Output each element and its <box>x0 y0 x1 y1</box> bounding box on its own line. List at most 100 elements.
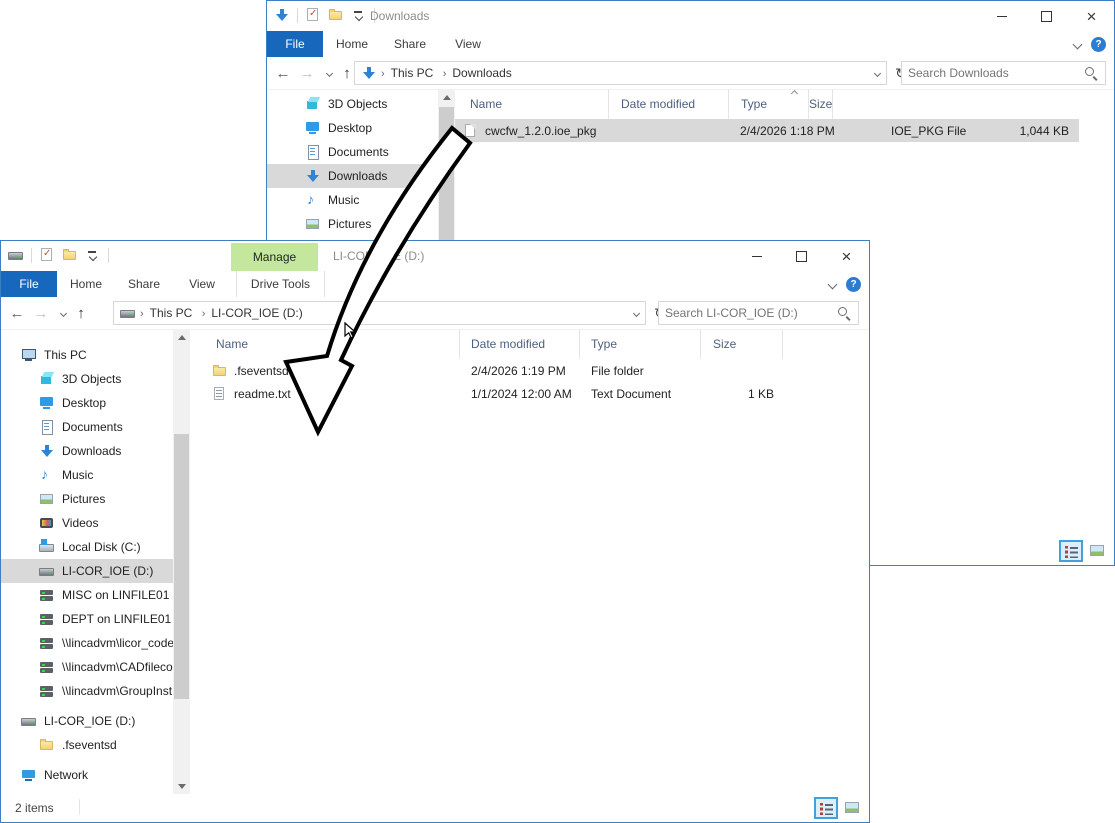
quick-access-toolbar <box>274 7 375 23</box>
sidebar-item-music[interactable]: Music <box>267 188 438 212</box>
sidebar-item-li-cor-ioe-d[interactable]: LI-COR_IOE (D:) <box>1 709 173 733</box>
sidebar-item-downloads[interactable]: Downloads <box>267 164 438 188</box>
minimize-button[interactable] <box>734 241 779 271</box>
file-row-readme-txt[interactable]: readme.txt 1/1/2024 12:00 AM Text Docume… <box>190 382 869 405</box>
sidebar-item-pictures[interactable]: Pictures <box>1 487 173 511</box>
sidebar-scrollbar[interactable] <box>173 329 190 794</box>
forward-icon[interactable] <box>297 57 317 89</box>
titlebar[interactable]: Downloads <box>267 1 1114 31</box>
properties-check-icon[interactable] <box>305 7 321 23</box>
breadcrumb-item-this-pc[interactable]: This PC <box>136 306 194 320</box>
quick-access-toolbar <box>8 247 109 263</box>
column-header-date-modified[interactable]: Date modified <box>460 329 580 359</box>
scroll-down-icon[interactable] <box>173 778 190 794</box>
search-icon[interactable] <box>1083 65 1099 81</box>
folder-icon <box>212 363 228 379</box>
thumbnail-view-button[interactable] <box>1086 540 1110 562</box>
sidebar-item-lincadvm-licor-code[interactable]: \\lincadvm\licor_code <box>1 631 173 655</box>
tab-file[interactable]: File <box>1 271 57 297</box>
manage-contextual-tab[interactable]: Manage <box>231 243 318 271</box>
address-dropdown-icon[interactable] <box>633 309 640 316</box>
file-row-cwcfw-1-2-0-ioe-pkg[interactable]: cwcfw_1.2.0.ioe_pkg 2/4/2026 1:18 PM IOE… <box>455 119 1079 142</box>
tab-view[interactable]: View <box>439 31 497 57</box>
minimize-button[interactable] <box>979 1 1024 31</box>
textdoc-icon <box>212 386 228 402</box>
sidebar-item-videos[interactable]: Videos <box>1 511 173 535</box>
address-dropdown-icon[interactable] <box>874 69 881 76</box>
column-header-type[interactable]: Type <box>580 329 701 359</box>
tab-share[interactable]: Share <box>115 271 173 297</box>
forward-icon[interactable] <box>31 297 51 329</box>
sidebar-item-lincadvm-cadfileco[interactable]: \\lincadvm\CADfileco <box>1 655 173 679</box>
sidebar-item-misc-on-linfile01-g[interactable]: MISC on LINFILE01 (G: <box>1 583 173 607</box>
scroll-up-icon[interactable] <box>173 329 190 345</box>
sidebar-item-desktop[interactable]: Desktop <box>267 116 438 140</box>
column-headers: Name Date modified Type Size <box>190 329 869 359</box>
expand-ribbon-icon[interactable] <box>828 279 838 289</box>
qat-dropdown-icon[interactable] <box>351 7 367 23</box>
sidebar-item-3d-objects[interactable]: 3D Objects <box>1 367 173 391</box>
column-header-name[interactable]: Name <box>455 89 609 119</box>
sidebar-item-local-disk-c[interactable]: Local Disk (C:) <box>1 535 173 559</box>
tab-view[interactable]: View <box>173 271 231 297</box>
breadcrumb-item-li-cor-ioe-d[interactable]: LI-COR_IOE (D:) <box>198 306 305 320</box>
up-icon[interactable] <box>71 297 91 329</box>
back-icon[interactable] <box>273 57 293 89</box>
maximize-button[interactable] <box>779 241 824 271</box>
tab-home[interactable]: Home <box>57 271 115 297</box>
expand-ribbon-icon[interactable] <box>1073 39 1083 49</box>
sidebar-item-dept-on-linfile01-h[interactable]: DEPT on LINFILE01 (H: <box>1 607 173 631</box>
search-icon[interactable] <box>836 305 852 321</box>
sidebar-item-this-pc[interactable]: This PC <box>1 343 173 367</box>
thumbnail-view-button[interactable] <box>841 797 865 819</box>
sidebar-item-lincadvm-groupinst[interactable]: \\lincadvm\GroupInst <box>1 679 173 703</box>
sidebar-item-desktop[interactable]: Desktop <box>1 391 173 415</box>
tab-drive-tools[interactable]: Drive Tools <box>236 271 325 297</box>
help-icon[interactable] <box>1091 37 1106 52</box>
close-button[interactable] <box>1069 1 1114 31</box>
sidebar-item-music[interactable]: Music <box>1 463 173 487</box>
column-header-date-modified[interactable]: Date modified <box>609 89 729 119</box>
breadcrumb: This PC Downloads <box>377 66 514 80</box>
sidebar-item-pictures[interactable]: Pictures <box>267 212 438 236</box>
column-header-size[interactable]: Size <box>701 329 783 359</box>
scrollbar-thumb[interactable] <box>439 107 454 257</box>
desktop-icon <box>305 120 321 136</box>
properties-check-icon[interactable] <box>39 247 55 263</box>
navigation-pane: This PC 3D Objects Desktop Docum <box>1 329 173 794</box>
sidebar-item-documents[interactable]: Documents <box>1 415 173 439</box>
new-folder-icon[interactable] <box>328 7 344 23</box>
tab-file[interactable]: File <box>267 31 323 57</box>
file-row-fseventsd[interactable]: .fseventsd 2/4/2026 1:19 PM File folder <box>190 359 869 382</box>
address-field[interactable]: This PC Downloads <box>354 61 887 85</box>
close-button[interactable] <box>824 241 869 271</box>
tab-share[interactable]: Share <box>381 31 439 57</box>
maximize-button[interactable] <box>1024 1 1069 31</box>
scrollbar-thumb[interactable] <box>174 434 189 699</box>
breadcrumb-item-this-pc[interactable]: This PC <box>377 66 435 80</box>
scroll-up-icon[interactable] <box>438 89 455 105</box>
address-field[interactable]: This PC LI-COR_IOE (D:) <box>113 301 646 325</box>
recent-locations-icon[interactable] <box>319 57 339 89</box>
column-header-name[interactable]: Name <box>190 329 460 359</box>
details-view-button[interactable] <box>1059 540 1083 562</box>
sidebar-item-fseventsd[interactable]: .fseventsd <box>1 733 173 757</box>
new-folder-icon[interactable] <box>62 247 78 263</box>
sidebar-item-li-cor-ioe-d[interactable]: LI-COR_IOE (D:) <box>1 559 173 583</box>
sidebar-item-network[interactable]: Network <box>1 763 173 787</box>
recent-locations-icon[interactable] <box>53 297 73 329</box>
titlebar[interactable]: Manage LI-COR_IOE (D:) <box>1 241 869 271</box>
column-header-size[interactable]: Size <box>809 89 833 119</box>
back-icon[interactable] <box>7 297 27 329</box>
search-input[interactable] <box>908 66 1083 80</box>
help-icon[interactable] <box>846 277 861 292</box>
sidebar-item-documents[interactable]: Documents <box>267 140 438 164</box>
sidebar-item-label: Music <box>62 468 93 482</box>
details-view-button[interactable] <box>814 797 838 819</box>
search-input[interactable] <box>665 306 836 320</box>
tab-home[interactable]: Home <box>323 31 381 57</box>
qat-dropdown-icon[interactable] <box>85 247 101 263</box>
sidebar-item-downloads[interactable]: Downloads <box>1 439 173 463</box>
breadcrumb-item-downloads[interactable]: Downloads <box>439 66 514 80</box>
sidebar-item-3d-objects[interactable]: 3D Objects <box>267 92 438 116</box>
